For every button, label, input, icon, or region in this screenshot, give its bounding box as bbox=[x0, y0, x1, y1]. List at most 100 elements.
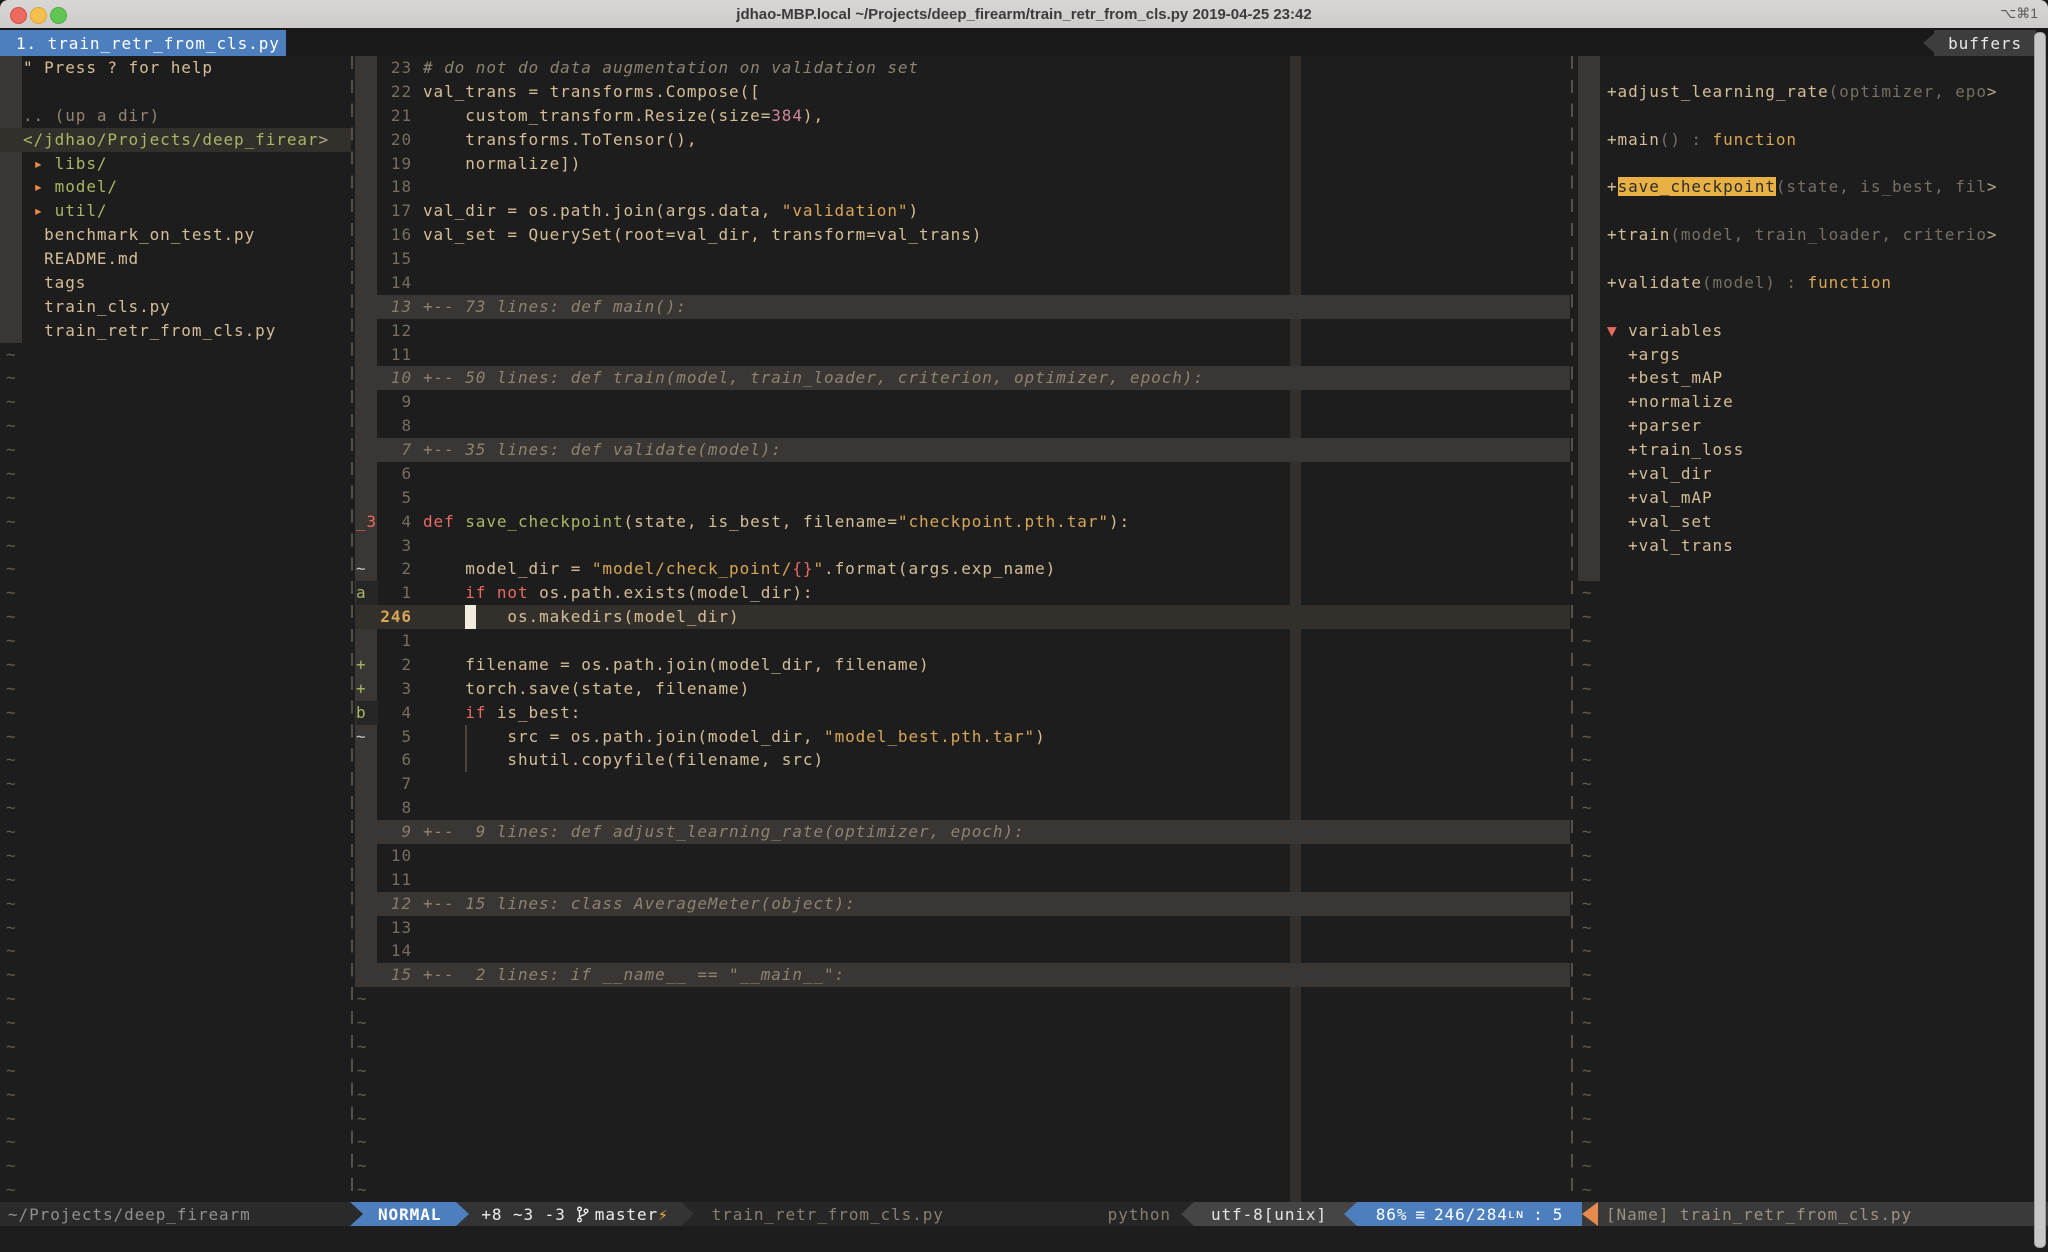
tag-section-header[interactable]: ▼ variables bbox=[1607, 319, 2048, 343]
code-line[interactable]: val_set = QuerySet(root=val_dir, transfo… bbox=[423, 223, 1570, 247]
scrollbar[interactable] bbox=[2034, 32, 2046, 1248]
command-line[interactable] bbox=[0, 1226, 2048, 1252]
code-line[interactable]: +-- 15 lines: class AverageMeter(object)… bbox=[423, 892, 1570, 916]
window-separator[interactable] bbox=[1571, 56, 1573, 1202]
filler-tilde: ~ bbox=[6, 581, 36, 605]
code-line[interactable] bbox=[423, 916, 1570, 940]
code-line[interactable]: normalize]) bbox=[423, 152, 1570, 176]
tree-item[interactable]: train_retr_from_cls.py bbox=[23, 319, 351, 343]
filler-tilde: ~ bbox=[357, 1059, 387, 1083]
tree-item[interactable]: benchmark_on_test.py bbox=[23, 223, 351, 247]
text-segment: "model/check_point/ bbox=[592, 559, 793, 578]
tree-item[interactable]: </jdhao/Projects/deep_firear> bbox=[23, 128, 351, 152]
tag-item[interactable] bbox=[1607, 56, 2048, 80]
code-line[interactable]: val_dir = os.path.join(args.data, "valid… bbox=[423, 199, 1570, 223]
tag-item[interactable]: +train_loss bbox=[1607, 438, 2048, 462]
tag-item[interactable] bbox=[1607, 247, 2048, 271]
filler-tilde: ~ bbox=[6, 414, 36, 438]
code-line[interactable]: val_trans = transforms.Compose([ bbox=[423, 80, 1570, 104]
tree-item[interactable]: ▸ util/ bbox=[23, 199, 351, 223]
code-line[interactable] bbox=[423, 247, 1570, 271]
gutter-sign: _3 bbox=[356, 510, 378, 534]
code-line[interactable]: src = os.path.join(model_dir, "model_bes… bbox=[423, 725, 1570, 749]
code-line[interactable] bbox=[423, 868, 1570, 892]
code-line[interactable]: +-- 2 lines: if __name__ == "__main__": bbox=[423, 963, 1570, 987]
code-line[interactable]: if not os.path.exists(model_dir): bbox=[423, 581, 1570, 605]
tree-item[interactable]: ▸ model/ bbox=[23, 175, 351, 199]
tag-item[interactable]: +adjust_learning_rate(optimizer, epo> bbox=[1607, 80, 2048, 104]
tag-item[interactable]: +train(model, train_loader, criterio> bbox=[1607, 223, 2048, 247]
line-number: 2 bbox=[377, 653, 412, 677]
code-line[interactable]: if is_best: bbox=[423, 701, 1570, 725]
code-line[interactable] bbox=[423, 796, 1570, 820]
code-line[interactable]: def save_checkpoint(state, is_best, file… bbox=[423, 510, 1570, 534]
tag-item[interactable]: +best_mAP bbox=[1607, 366, 2048, 390]
text-segment: ) bbox=[908, 201, 919, 220]
tree-item[interactable]: train_cls.py bbox=[23, 295, 351, 319]
code-line[interactable] bbox=[423, 271, 1570, 295]
tag-item[interactable]: +val_set bbox=[1607, 510, 2048, 534]
code-line[interactable] bbox=[423, 175, 1570, 199]
tree-item[interactable] bbox=[23, 80, 351, 104]
tag-item[interactable]: +args bbox=[1607, 343, 2048, 367]
buffers-label[interactable]: buffers bbox=[1934, 30, 2036, 56]
tag-item[interactable]: +parser bbox=[1607, 414, 2048, 438]
code-line[interactable]: shutil.copyfile(filename, src) bbox=[423, 748, 1570, 772]
code-line[interactable]: +-- 73 lines: def main(): bbox=[423, 295, 1570, 319]
tag-item[interactable]: +main() : function bbox=[1607, 128, 2048, 152]
tag-item[interactable]: +validate(model) : function bbox=[1607, 271, 2048, 295]
code-line[interactable]: filename = os.path.join(model_dir, filen… bbox=[423, 653, 1570, 677]
line-number: 7 bbox=[377, 438, 412, 462]
code-line[interactable]: # do not do data augmentation on validat… bbox=[423, 56, 1570, 80]
code-line[interactable] bbox=[423, 844, 1570, 868]
code-line[interactable]: +-- 35 lines: def validate(model): bbox=[423, 438, 1570, 462]
zoom-window-button[interactable] bbox=[50, 7, 67, 24]
filler-tilde: ~ bbox=[6, 1011, 36, 1035]
filler-tilde: ~ bbox=[357, 1154, 387, 1178]
tag-item[interactable] bbox=[1607, 199, 2048, 223]
close-window-button[interactable] bbox=[10, 7, 27, 24]
code-line[interactable] bbox=[423, 343, 1570, 367]
tag-item[interactable]: +val_dir bbox=[1607, 462, 2048, 486]
tag-item[interactable] bbox=[1607, 557, 2048, 581]
code-line[interactable]: torch.save(state, filename) bbox=[423, 677, 1570, 701]
code-line[interactable]: +-- 9 lines: def adjust_learning_rate(op… bbox=[423, 820, 1570, 844]
tag-item[interactable] bbox=[1607, 152, 2048, 176]
tag-item[interactable]: +val_trans bbox=[1607, 534, 2048, 558]
text-segment: (state, is_best, fil bbox=[1776, 177, 1987, 196]
code-line[interactable] bbox=[423, 390, 1570, 414]
code-line[interactable]: transforms.ToTensor(), bbox=[423, 128, 1570, 152]
code-line[interactable]: +-- 50 lines: def train(model, train_loa… bbox=[423, 366, 1570, 390]
filler-tilde: ~ bbox=[6, 916, 36, 940]
tag-item[interactable] bbox=[1607, 104, 2048, 128]
tree-item[interactable]: " Press ? for help bbox=[23, 56, 351, 80]
code-line[interactable] bbox=[423, 462, 1570, 486]
tag-item[interactable] bbox=[1607, 295, 2048, 319]
text-segment: +main bbox=[1607, 130, 1660, 149]
tree-item[interactable]: .. (up a dir) bbox=[23, 104, 351, 128]
code-line[interactable] bbox=[423, 534, 1570, 558]
tree-item[interactable]: README.md bbox=[23, 247, 351, 271]
tag-item[interactable]: +save_checkpoint(state, is_best, fil> bbox=[1607, 175, 2048, 199]
code-line[interactable] bbox=[423, 414, 1570, 438]
tag-item[interactable]: +val_mAP bbox=[1607, 486, 2048, 510]
code-line[interactable] bbox=[423, 772, 1570, 796]
code-line[interactable] bbox=[423, 629, 1570, 653]
text-segment: + bbox=[1607, 177, 1618, 196]
code-line[interactable]: custom_transform.Resize(size=384), bbox=[423, 104, 1570, 128]
window-separator[interactable] bbox=[351, 56, 353, 1202]
code-line[interactable] bbox=[423, 939, 1570, 963]
tab-current-buffer[interactable]: 1. train_retr_from_cls.py bbox=[0, 30, 286, 56]
line-number: 23 bbox=[377, 56, 412, 80]
tree-item[interactable]: ▸ libs/ bbox=[23, 152, 351, 176]
gutter-sign: b bbox=[356, 701, 378, 725]
tree-item[interactable]: tags bbox=[23, 271, 351, 295]
code-line[interactable] bbox=[423, 319, 1570, 343]
code-line[interactable]: model_dir = "model/check_point/{}".forma… bbox=[423, 557, 1570, 581]
code-line[interactable] bbox=[423, 486, 1570, 510]
minimize-window-button[interactable] bbox=[30, 7, 47, 24]
filler-tilde: ~ bbox=[6, 1130, 36, 1154]
code-line[interactable]: os.makedirs(model_dir) bbox=[423, 605, 1570, 629]
tag-item[interactable]: +normalize bbox=[1607, 390, 2048, 414]
text-segment: > bbox=[1987, 82, 1998, 101]
